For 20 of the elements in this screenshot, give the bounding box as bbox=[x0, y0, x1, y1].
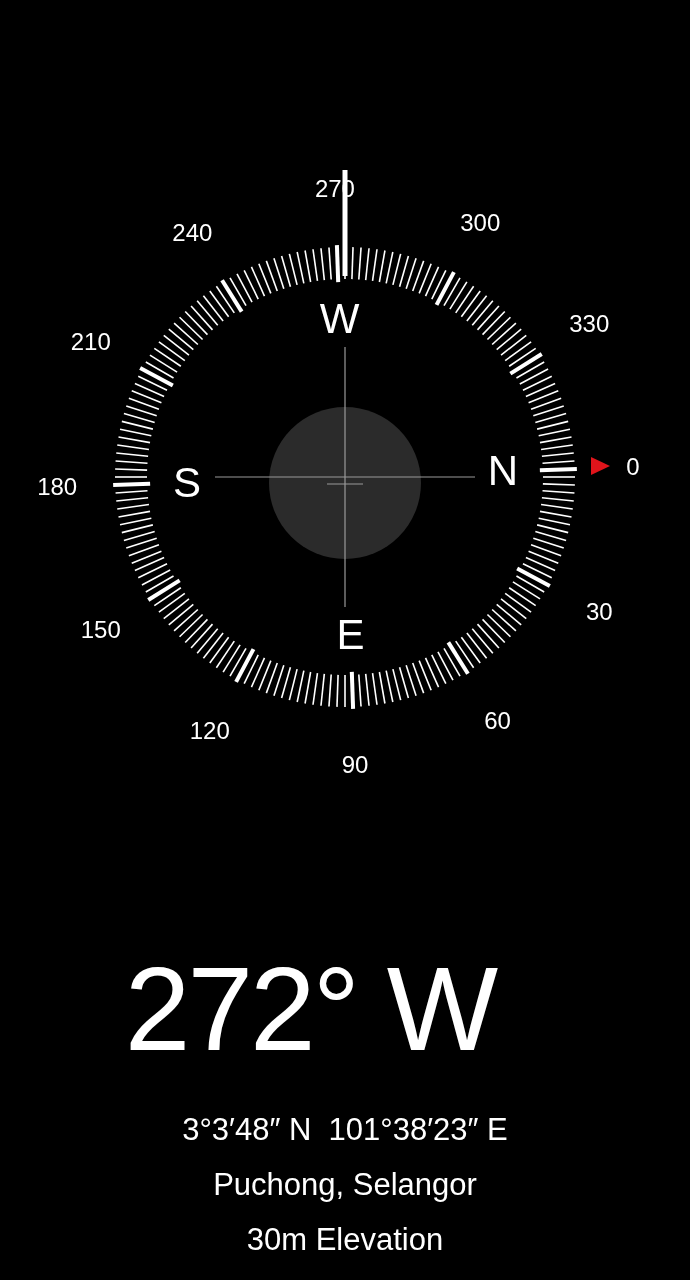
elevation-text: 30m Elevation bbox=[246, 1221, 444, 1259]
cardinal-label: E bbox=[336, 613, 365, 656]
degree-label: 120 bbox=[189, 719, 230, 744]
cardinal-label: N bbox=[487, 450, 519, 493]
degree-label: 330 bbox=[569, 312, 610, 337]
degree-label: 300 bbox=[460, 210, 501, 235]
degree-label: 90 bbox=[341, 752, 369, 777]
north-indicator-icon bbox=[591, 457, 610, 475]
cardinal-label: S bbox=[173, 461, 202, 504]
coordinates-text: 3°3′48″ N 101°38′23″ E bbox=[182, 1111, 508, 1149]
degree-label: 60 bbox=[484, 709, 511, 734]
heading-readout: 272° W bbox=[124, 950, 498, 1068]
degree-label: 150 bbox=[80, 617, 121, 642]
cardinal-label: W bbox=[319, 298, 360, 341]
degree-label: 180 bbox=[37, 475, 78, 500]
degree-label: 30 bbox=[585, 600, 613, 625]
location-text: Puchong, Selangor bbox=[213, 1166, 477, 1204]
degree-label: 210 bbox=[70, 329, 111, 354]
degree-label: 240 bbox=[172, 220, 213, 245]
degree-label: 0 bbox=[626, 454, 640, 479]
